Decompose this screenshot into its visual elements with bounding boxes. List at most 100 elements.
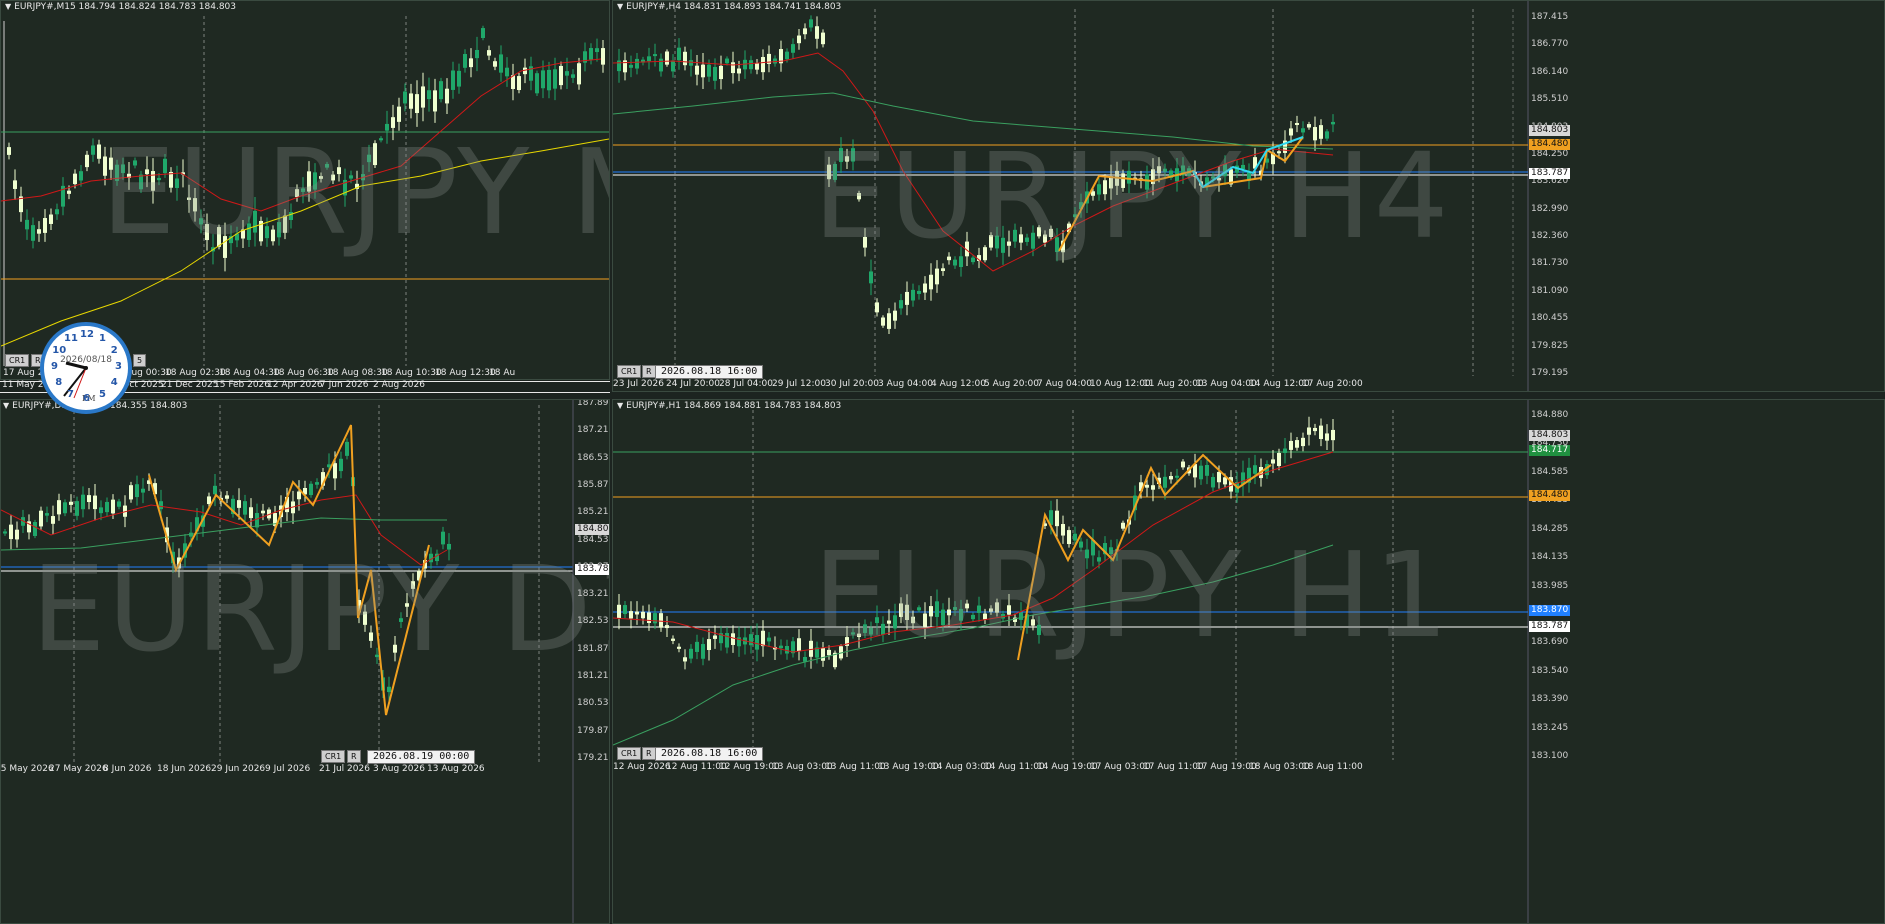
candle-body xyxy=(135,484,139,498)
time-label: 11 Aug 20:00 xyxy=(1143,379,1204,389)
candle-body xyxy=(37,229,41,234)
candle-body xyxy=(369,632,373,641)
price-label: 182.360 xyxy=(1531,231,1569,242)
price-tag: 184.717 xyxy=(1529,445,1571,456)
candle-body xyxy=(517,76,521,91)
candle-body xyxy=(635,611,639,615)
cr1-button[interactable]: CR1 xyxy=(617,747,642,760)
candle-body xyxy=(761,57,765,73)
candle-body xyxy=(397,106,401,122)
candle-body xyxy=(659,58,663,72)
cr1-button[interactable]: CR1 xyxy=(5,354,30,367)
r-button[interactable]: R xyxy=(642,747,656,760)
candle-body xyxy=(111,499,115,514)
candle-body xyxy=(1325,433,1329,441)
time-label: 9 Jul 2026 xyxy=(265,764,311,774)
candle-body xyxy=(929,606,933,617)
candle-body xyxy=(217,227,221,247)
candle-body xyxy=(129,485,133,500)
candle-body xyxy=(923,613,927,628)
partial-button[interactable]: 5 xyxy=(133,354,147,367)
candle-body xyxy=(935,601,939,617)
price-label: 180.455 xyxy=(1531,313,1569,324)
chart-pane-d1[interactable]: ▼EURJPY#,D1 184.300 184.355 184.803 EURJ… xyxy=(0,399,610,924)
candle-body xyxy=(887,620,891,624)
chart-pane-h4[interactable]: ▼ EURJPY#,H4 184.831 184.893 184.741 184.… xyxy=(612,0,1885,392)
candle-body xyxy=(1319,125,1323,139)
candle-body xyxy=(1331,121,1335,125)
analog-clock[interactable]: 2026/08/18 PM 12 1 2 3 4 5 6 7 8 9 10 11 xyxy=(40,322,132,414)
candle-body xyxy=(159,501,163,510)
candle-body xyxy=(589,48,593,60)
candle-body xyxy=(85,154,89,168)
time-label: 18 Aug 02:30 xyxy=(165,368,226,378)
candle-body xyxy=(63,502,67,514)
candle-body xyxy=(427,90,431,100)
time-label: 7 Aug 04:00 xyxy=(1037,379,1092,389)
time-label: 29 Jul 12:00 xyxy=(772,379,826,389)
candle-body xyxy=(289,212,293,221)
candle-body xyxy=(641,611,645,619)
r-button[interactable]: R xyxy=(642,365,656,378)
candle-body xyxy=(213,485,217,495)
candle-body xyxy=(151,171,155,191)
time-label: 14 Aug 12:00 xyxy=(1249,379,1310,389)
candle-body xyxy=(393,644,397,653)
candle-body xyxy=(457,70,461,87)
candle-body xyxy=(977,605,981,613)
candle-body xyxy=(725,58,729,64)
clock-number: 3 xyxy=(115,361,122,372)
candle-body xyxy=(869,627,873,635)
price-label: 187.210 xyxy=(577,425,609,436)
cr1-button[interactable]: CR1 xyxy=(321,750,346,763)
candle-body xyxy=(827,649,831,656)
clock-number: 6 xyxy=(83,393,90,404)
candle-body xyxy=(1307,427,1311,435)
candle-body xyxy=(623,605,627,615)
time-label: 21 Jul 2026 xyxy=(319,764,370,774)
cr1-button[interactable]: CR1 xyxy=(617,365,642,378)
price-tag: 184.480 xyxy=(1529,490,1571,501)
candle-body xyxy=(1163,168,1167,172)
d1-plot xyxy=(1,400,574,923)
candle-body xyxy=(983,613,987,620)
candle-body xyxy=(755,63,759,70)
price-label: 184.250 xyxy=(1531,148,1569,159)
candle-body xyxy=(31,225,35,241)
candle-body xyxy=(367,154,371,163)
candle-body xyxy=(73,173,77,185)
candle-body xyxy=(595,48,599,53)
candle-body xyxy=(1205,465,1209,476)
candle-body xyxy=(1019,612,1023,620)
clock-number: 4 xyxy=(110,377,118,388)
candle-body xyxy=(875,302,879,313)
price-label: 183.540 xyxy=(1531,665,1569,676)
candle-body xyxy=(145,169,149,175)
candle-body xyxy=(683,51,687,66)
candle-body xyxy=(25,219,29,230)
candle-body xyxy=(1097,184,1101,195)
candle-body xyxy=(785,51,789,60)
candle-body xyxy=(695,641,699,652)
candle-body xyxy=(1163,476,1167,488)
candle-body xyxy=(559,65,563,86)
candle-body xyxy=(659,613,663,628)
price-label: 184.585 xyxy=(1531,466,1569,477)
candle-body xyxy=(103,156,107,176)
chart-pane-h1[interactable]: ▼ EURJPY#,H1 184.869 184.881 184.783 184.… xyxy=(612,399,1885,924)
candle-body xyxy=(815,26,819,39)
candle-body xyxy=(1127,170,1131,184)
candle-body xyxy=(635,58,639,69)
r-button[interactable]: R xyxy=(347,750,361,763)
time-label: 18 Aug 12:30 xyxy=(435,368,496,378)
price-label: 184.135 xyxy=(1531,552,1569,563)
time-label: 3 Aug 04:00 xyxy=(878,379,933,389)
candle-body xyxy=(953,259,957,266)
candle-body xyxy=(617,60,621,72)
candle-body xyxy=(1055,510,1059,527)
candle-body xyxy=(43,218,47,233)
candle-body xyxy=(319,176,323,179)
overview-label: 12 Apr 2026 xyxy=(267,380,323,390)
time-label: 12 Aug 19:00 xyxy=(719,762,780,772)
candle-body xyxy=(205,224,209,241)
